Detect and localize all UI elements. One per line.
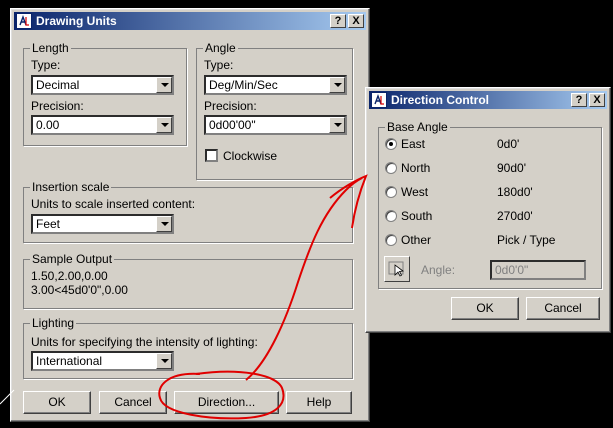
chevron-down-icon[interactable] [156, 353, 172, 369]
south-label[interactable]: South [401, 209, 432, 223]
west-label[interactable]: West [401, 185, 428, 199]
ok-button[interactable]: OK [23, 391, 91, 414]
drawing-units-dialog: Drawing Units ? X Length Type: Decimal P… [10, 8, 370, 422]
pick-angle-button[interactable] [384, 256, 410, 282]
chevron-down-icon[interactable] [156, 216, 172, 232]
clockwise-label[interactable]: Clockwise [223, 149, 277, 163]
drawing-units-titlebar[interactable]: Drawing Units ? X [14, 12, 366, 30]
ok-button[interactable]: OK [451, 297, 519, 320]
direction-button[interactable]: Direction... [174, 391, 279, 414]
dialog-title: Drawing Units [36, 14, 117, 28]
chevron-down-icon[interactable] [156, 77, 172, 93]
cancel-button[interactable]: Cancel [526, 297, 600, 320]
cancel-button[interactable]: Cancel [99, 391, 167, 414]
other-radio[interactable] [385, 234, 397, 246]
direction-control-titlebar[interactable]: Direction Control ? X [369, 91, 607, 109]
insertion-scale-group: Insertion scale Units to scale inserted … [23, 180, 353, 243]
base-angle-group: Base Angle East 0d0' North 90d0' West 18… [378, 120, 602, 289]
length-group: Length Type: Decimal Precision: 0.00 [23, 41, 187, 146]
length-precision-select[interactable]: 0.00 [31, 115, 174, 135]
close-button[interactable]: X [348, 14, 364, 28]
lighting-group-label: Lighting [30, 316, 77, 330]
lighting-group: Lighting Units for specifying the intens… [23, 316, 353, 379]
east-label[interactable]: East [401, 137, 425, 151]
angle-type-label: Type: [204, 58, 234, 72]
angle-group: Angle Type: Deg/Min/Sec Precision: 0d00'… [196, 41, 353, 180]
sample-output-group: Sample Output 1.50,2.00,0.00 3.00<45d0'0… [23, 252, 353, 309]
chevron-down-icon[interactable] [329, 77, 345, 93]
other-value: Pick / Type [497, 233, 556, 247]
base-angle-label: Base Angle [385, 120, 450, 134]
angle-precision-label: Precision: [204, 99, 257, 113]
length-group-label: Length [30, 41, 71, 55]
sample-output-line1: 1.50,2.00,0.00 [31, 269, 108, 283]
angle-group-label: Angle [203, 41, 238, 55]
clockwise-checkbox[interactable] [205, 149, 218, 162]
chevron-down-icon[interactable] [156, 117, 172, 133]
insertion-scale-label: Insertion scale [30, 180, 112, 194]
close-button[interactable]: X [589, 93, 605, 107]
help-button[interactable]: Help [286, 391, 352, 414]
lighting-desc: Units for specifying the intensity of li… [31, 335, 258, 349]
other-label[interactable]: Other [401, 233, 431, 247]
help-title-button[interactable]: ? [571, 93, 587, 107]
direction-control-dialog: Direction Control ? X Base Angle East 0d… [365, 87, 611, 333]
angle-precision-select[interactable]: 0d00'00" [204, 115, 347, 135]
south-radio[interactable] [385, 210, 397, 222]
length-type-select[interactable]: Decimal [31, 75, 174, 95]
length-type-label: Type: [31, 58, 61, 72]
north-label[interactable]: North [401, 161, 430, 175]
pick-point-icon [388, 261, 405, 277]
east-radio[interactable] [385, 138, 397, 150]
west-value: 180d0' [497, 185, 533, 199]
lighting-units-value: International [36, 354, 103, 368]
north-value: 90d0' [497, 161, 526, 175]
sample-output-line2: 3.00<45d0'0",0.00 [31, 283, 128, 297]
angle-type-value: Deg/Min/Sec [209, 78, 278, 92]
dialog-title: Direction Control [391, 93, 489, 107]
length-type-value: Decimal [36, 78, 80, 92]
length-precision-value: 0.00 [36, 118, 60, 132]
lighting-units-select[interactable]: International [31, 351, 174, 371]
insertion-scale-desc: Units to scale inserted content: [31, 197, 196, 211]
length-precision-label: Precision: [31, 99, 84, 113]
chevron-down-icon[interactable] [329, 117, 345, 133]
south-value: 270d0' [497, 209, 533, 223]
autocad-app-icon [16, 13, 32, 29]
north-radio[interactable] [385, 162, 397, 174]
east-value: 0d0' [497, 137, 520, 151]
insertion-units-select[interactable]: Feet [31, 214, 174, 234]
autocad-app-icon [371, 92, 387, 108]
west-radio[interactable] [385, 186, 397, 198]
angle-precision-value: 0d00'00" [209, 118, 256, 132]
angle-input[interactable]: 0d0'0" [490, 260, 586, 280]
sample-output-label: Sample Output [30, 252, 115, 266]
angle-type-select[interactable]: Deg/Min/Sec [204, 75, 347, 95]
angle-label: Angle: [421, 263, 456, 277]
help-title-button[interactable]: ? [330, 14, 346, 28]
insertion-units-value: Feet [36, 217, 61, 231]
